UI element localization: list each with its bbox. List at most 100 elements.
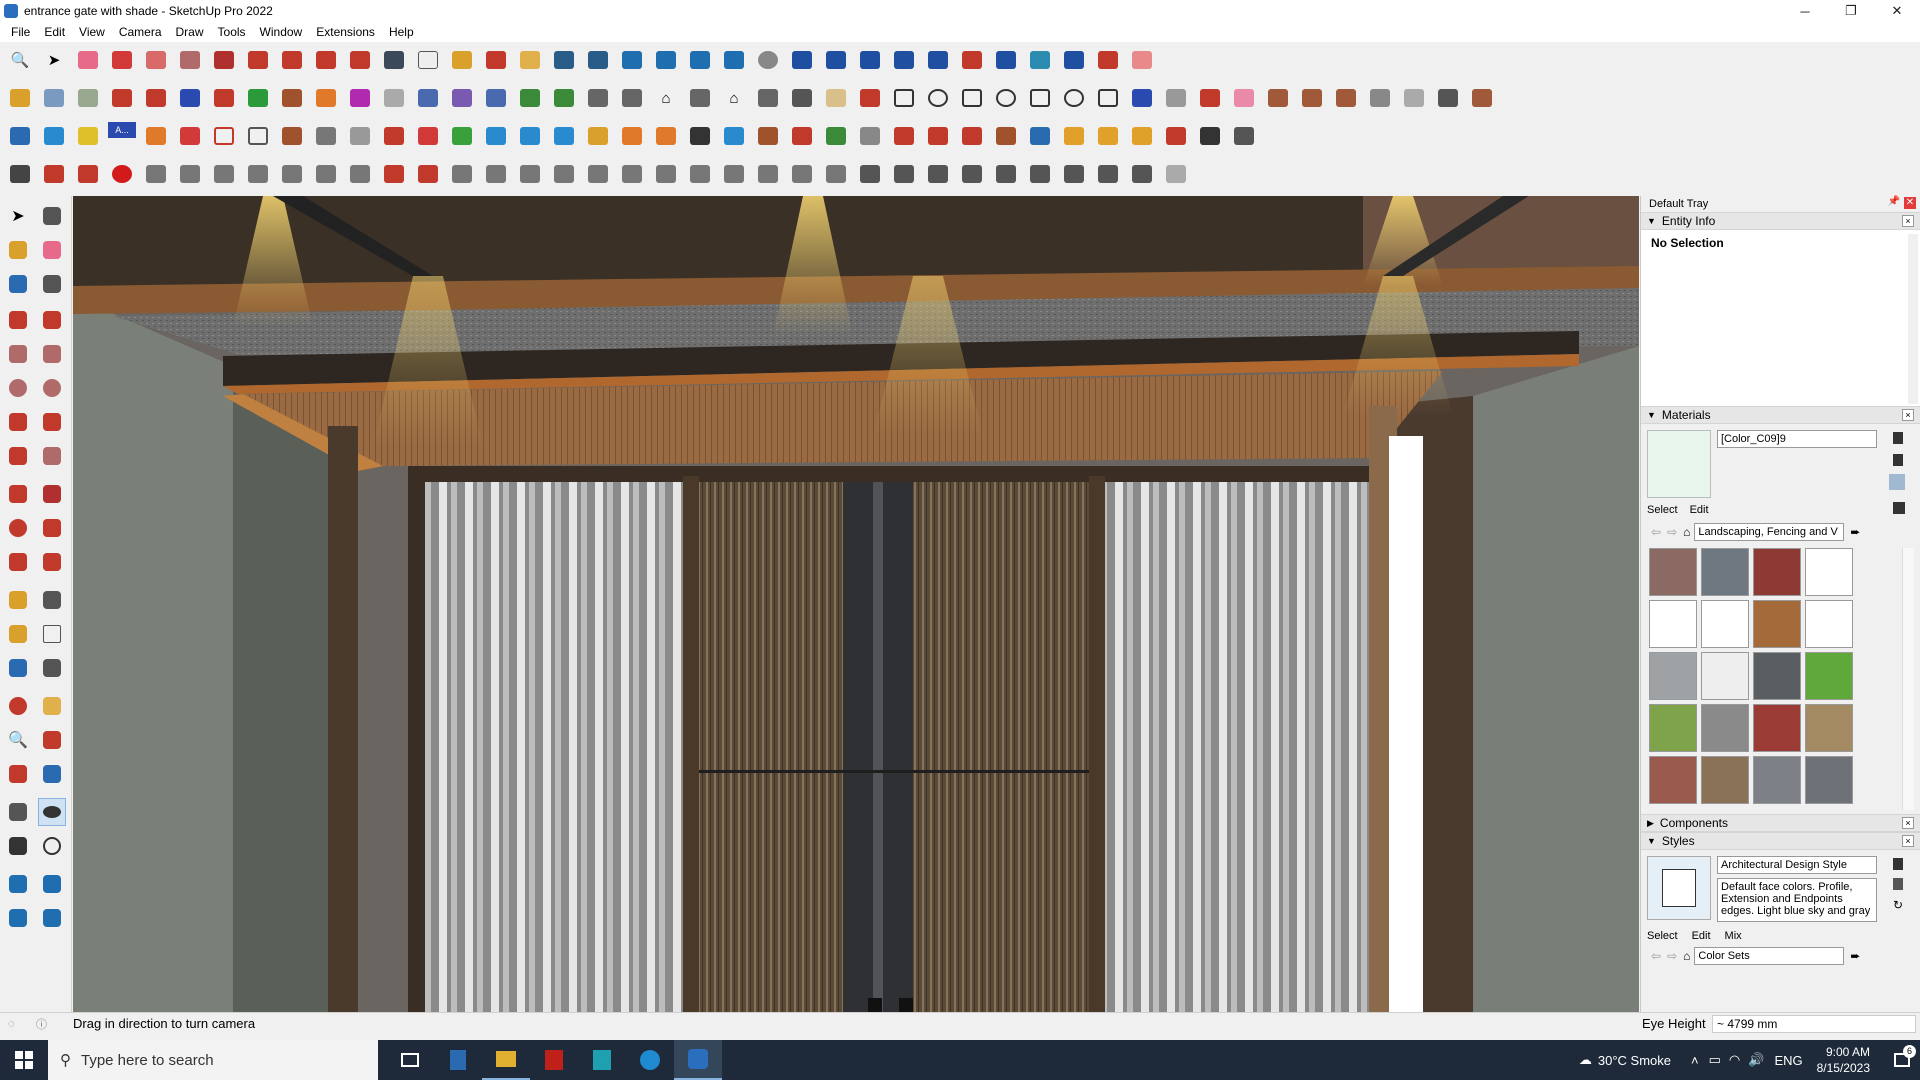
material-collection-select[interactable]: Landscaping, Fencing and V [1694, 523, 1845, 541]
face-icon-1[interactable] [414, 84, 442, 112]
tool-icon-7[interactable] [210, 160, 238, 188]
swatch-scrollbar[interactable] [1902, 548, 1914, 810]
home-icon[interactable]: ⌂ [1683, 949, 1690, 963]
measurements-box[interactable]: ~ 4799 mm [1712, 1015, 1916, 1033]
tool-icon-23[interactable] [754, 160, 782, 188]
tool-icon-34[interactable] [1128, 160, 1156, 188]
sketchup-s-icon[interactable] [578, 1040, 626, 1080]
tray-close-icon[interactable]: ✕ [1904, 197, 1916, 209]
tool-icon-32[interactable] [1060, 160, 1088, 188]
layer-icon-3[interactable] [74, 122, 102, 150]
plugin-icon-10[interactable] [1128, 122, 1156, 150]
styles-tab-edit[interactable]: Edit [1692, 930, 1711, 942]
material-icon-2[interactable] [1893, 454, 1907, 468]
follow-me-icon[interactable] [244, 46, 272, 74]
shape-icon-7[interactable] [1094, 84, 1122, 112]
tag-icon[interactable] [822, 46, 850, 74]
cross-blue-icon[interactable] [482, 122, 510, 150]
pencil-icon[interactable] [108, 46, 136, 74]
material-swatch[interactable] [1753, 756, 1801, 804]
zoom-window-tool-icon[interactable] [38, 726, 66, 754]
lasso-select-icon[interactable] [38, 202, 66, 230]
warehouse-icon[interactable] [618, 46, 646, 74]
account-icon[interactable] [754, 46, 782, 74]
undo-icon[interactable] [1060, 46, 1088, 74]
network-icon[interactable]: ▭ [1709, 1052, 1721, 1068]
tool-icon-16[interactable] [516, 160, 544, 188]
joinery-icon[interactable] [278, 122, 306, 150]
outliner-icon[interactable] [788, 46, 816, 74]
plugin-icon-9[interactable] [1094, 122, 1122, 150]
position-camera-icon[interactable] [4, 798, 32, 826]
menu-help[interactable]: Help [382, 25, 421, 39]
panel-close-icon[interactable]: × [1902, 215, 1914, 227]
tool-icon-22[interactable] [720, 160, 748, 188]
material-swatch[interactable] [1649, 704, 1697, 752]
menu-tools[interactable]: Tools [211, 25, 253, 39]
bounding-box-icon[interactable] [1026, 46, 1054, 74]
acrobat-icon[interactable] [530, 1040, 578, 1080]
material-swatch[interactable] [1701, 548, 1749, 596]
protractor-icon[interactable] [4, 620, 32, 648]
entity-info-header[interactable]: ▼ Entity Info × [1641, 212, 1920, 230]
tape-measure-icon[interactable] [380, 46, 408, 74]
curve-tool-icon[interactable] [142, 122, 170, 150]
shape-icon-5[interactable] [1026, 84, 1054, 112]
circle-tool-icon[interactable] [4, 374, 32, 402]
model-viewport[interactable] [73, 196, 1639, 1012]
tool-icon-8[interactable] [244, 160, 272, 188]
spline-icon[interactable] [380, 122, 408, 150]
material-swatch[interactable] [1701, 652, 1749, 700]
component-icon[interactable] [4, 270, 32, 298]
material-swatch[interactable] [1753, 652, 1801, 700]
components-header[interactable]: ▶ Components × [1641, 814, 1920, 832]
tool-icon-15[interactable] [482, 160, 510, 188]
taskbar-search[interactable]: ⚲ Type here to search [48, 1040, 378, 1080]
knife-icon[interactable] [856, 84, 884, 112]
styles-tab-mix[interactable]: Mix [1725, 930, 1742, 942]
layer-icon-1[interactable] [6, 122, 34, 150]
notification-center-icon[interactable]: 6 [1884, 1045, 1920, 1067]
plugin-icon-7[interactable] [1026, 122, 1054, 150]
shape-icon-3[interactable] [958, 84, 986, 112]
restore-button[interactable]: ❐ [1828, 0, 1874, 22]
terrain-icon[interactable] [550, 84, 578, 112]
menu-file[interactable]: File [4, 25, 37, 39]
text-tool-left-icon[interactable] [38, 620, 66, 648]
active-extension-icon[interactable]: A... [108, 122, 136, 150]
brick-icon-3[interactable] [1332, 84, 1360, 112]
scale-icon[interactable] [346, 46, 374, 74]
section-plane-tool-icon[interactable] [38, 832, 66, 860]
curve-icon[interactable] [380, 84, 408, 112]
hand-icon[interactable] [1128, 46, 1156, 74]
menu-draw[interactable]: Draw [169, 25, 211, 39]
cross-red-icon[interactable] [414, 122, 442, 150]
scrollbar[interactable] [1908, 234, 1918, 404]
styles-tab-select[interactable]: Select [1647, 930, 1678, 942]
panel-icon[interactable] [244, 122, 272, 150]
eraser-icon[interactable] [74, 46, 102, 74]
zoom-icon[interactable] [550, 46, 578, 74]
move-red-icon[interactable] [210, 84, 238, 112]
paint-icon[interactable] [4, 236, 32, 264]
rotate-tool-icon[interactable] [4, 514, 32, 542]
tool-icon-9[interactable] [278, 160, 306, 188]
material-swatch[interactable] [1649, 756, 1697, 804]
language-indicator[interactable]: ENG [1774, 1053, 1802, 1068]
styles-header[interactable]: ▼ Styles × [1641, 832, 1920, 850]
tool-icon-17[interactable] [550, 160, 578, 188]
tool-icon-14[interactable] [448, 160, 476, 188]
two-point-arc-icon[interactable] [38, 408, 66, 436]
lasso-icon[interactable] [1128, 84, 1156, 112]
panel-close-icon[interactable]: × [1902, 835, 1914, 847]
eraser-pink-icon[interactable] [1230, 84, 1258, 112]
leaf-icon[interactable] [822, 84, 850, 112]
sample-paint-icon[interactable] [1889, 474, 1907, 492]
clock[interactable]: 9:00 AM 8/15/2023 [1817, 1044, 1870, 1076]
plugin-icon-13[interactable] [1230, 122, 1258, 150]
joint-icon[interactable] [1162, 84, 1190, 112]
windows-start-icon[interactable] [0, 1040, 48, 1080]
red-gem-icon[interactable] [108, 160, 136, 188]
loop-icon-2[interactable] [652, 122, 680, 150]
path-icon-2[interactable] [40, 160, 68, 188]
